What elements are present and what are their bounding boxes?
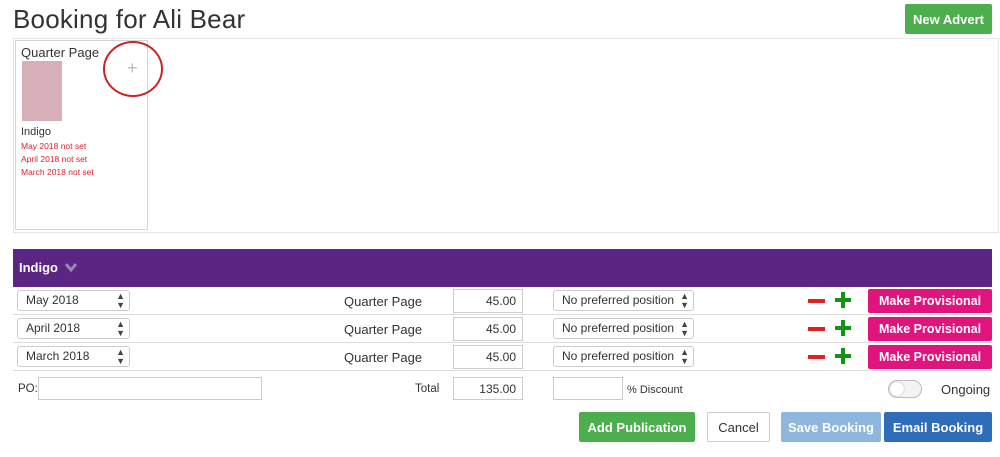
email-booking-button[interactable]: Email Booking [884, 412, 992, 442]
plus-icon[interactable] [835, 348, 851, 364]
plus-icon[interactable] [835, 320, 851, 336]
month-value: March 2018 [26, 349, 90, 363]
month-select[interactable]: March 2018 ▲ ▼ [17, 346, 130, 367]
advert-size-label: Quarter Page [21, 45, 100, 60]
advert-publication-label: Indigo [21, 126, 51, 138]
ad-size-label: Quarter Page [344, 322, 423, 337]
select-arrows-icon: ▲ ▼ [116, 319, 125, 338]
annotation-circle [103, 41, 163, 97]
add-publication-button[interactable]: Add Publication [579, 412, 695, 442]
make-provisional-button[interactable]: Make Provisional [868, 345, 992, 369]
price-input[interactable]: 45.00 [453, 317, 523, 341]
total-input[interactable]: 135.00 [453, 377, 523, 400]
save-booking-button[interactable]: Save Booking [781, 412, 881, 442]
month-value: May 2018 [26, 293, 79, 307]
plus-icon[interactable] [835, 292, 851, 308]
advert-status-line: May 2018 not set [21, 141, 87, 151]
po-label: PO: [18, 383, 38, 395]
discount-input[interactable] [553, 377, 623, 400]
ad-size-label: Quarter Page [344, 294, 423, 309]
discount-label: % Discount [627, 384, 683, 396]
toggle-knob [890, 382, 904, 396]
po-input[interactable] [38, 377, 262, 400]
cancel-button[interactable]: Cancel [707, 412, 770, 442]
total-label: Total [415, 383, 440, 395]
position-value: No preferred position [562, 293, 675, 307]
select-arrows-icon: ▲ ▼ [116, 291, 125, 310]
price-input[interactable]: 45.00 [453, 289, 523, 313]
position-select[interactable]: No preferred position ▲ ▼ [553, 290, 694, 311]
price-input[interactable]: 45.00 [453, 345, 523, 369]
publication-name: Indigo [19, 260, 58, 275]
booking-row: April 2018 ▲ ▼ Quarter Page 45.00 No prefe… [13, 315, 992, 343]
booking-row: March 2018 ▲ ▼ Quarter Page 45.00 No prefe… [13, 343, 992, 371]
position-value: No preferred position [562, 321, 675, 335]
advert-status-line: March 2018 not set [21, 167, 94, 177]
booking-row: May 2018 ▲ ▼ Quarter Page 45.00 No preferr… [13, 287, 992, 315]
chevron-down-icon[interactable] [64, 261, 78, 273]
ad-size-label: Quarter Page [344, 350, 423, 365]
select-arrows-icon: ▲ ▼ [680, 347, 689, 366]
make-provisional-button[interactable]: Make Provisional [868, 317, 992, 341]
minus-icon[interactable] [808, 327, 825, 331]
position-value: No preferred position [562, 349, 675, 363]
month-select[interactable]: April 2018 ▲ ▼ [17, 318, 130, 339]
minus-icon[interactable] [808, 355, 825, 359]
make-provisional-button[interactable]: Make Provisional [868, 289, 992, 313]
ongoing-label: Ongoing [941, 382, 991, 397]
month-select[interactable]: May 2018 ▲ ▼ [17, 290, 130, 311]
page-title: Booking for Ali Bear [13, 4, 246, 34]
select-arrows-icon: ▲ ▼ [116, 347, 125, 366]
select-arrows-icon: ▲ ▼ [680, 291, 689, 310]
advert-status-line: April 2018 not set [21, 154, 88, 164]
ongoing-toggle[interactable] [888, 380, 922, 398]
minus-icon[interactable] [808, 299, 825, 303]
position-select[interactable]: No preferred position ▲ ▼ [553, 318, 694, 339]
new-advert-button[interactable]: New Advert [905, 4, 992, 34]
month-value: April 2018 [26, 321, 81, 335]
select-arrows-icon: ▲ ▼ [680, 319, 689, 338]
position-select[interactable]: No preferred position ▲ ▼ [553, 346, 694, 367]
publication-header[interactable]: Indigo [13, 249, 992, 287]
advert-thumbnail[interactable] [22, 61, 62, 121]
